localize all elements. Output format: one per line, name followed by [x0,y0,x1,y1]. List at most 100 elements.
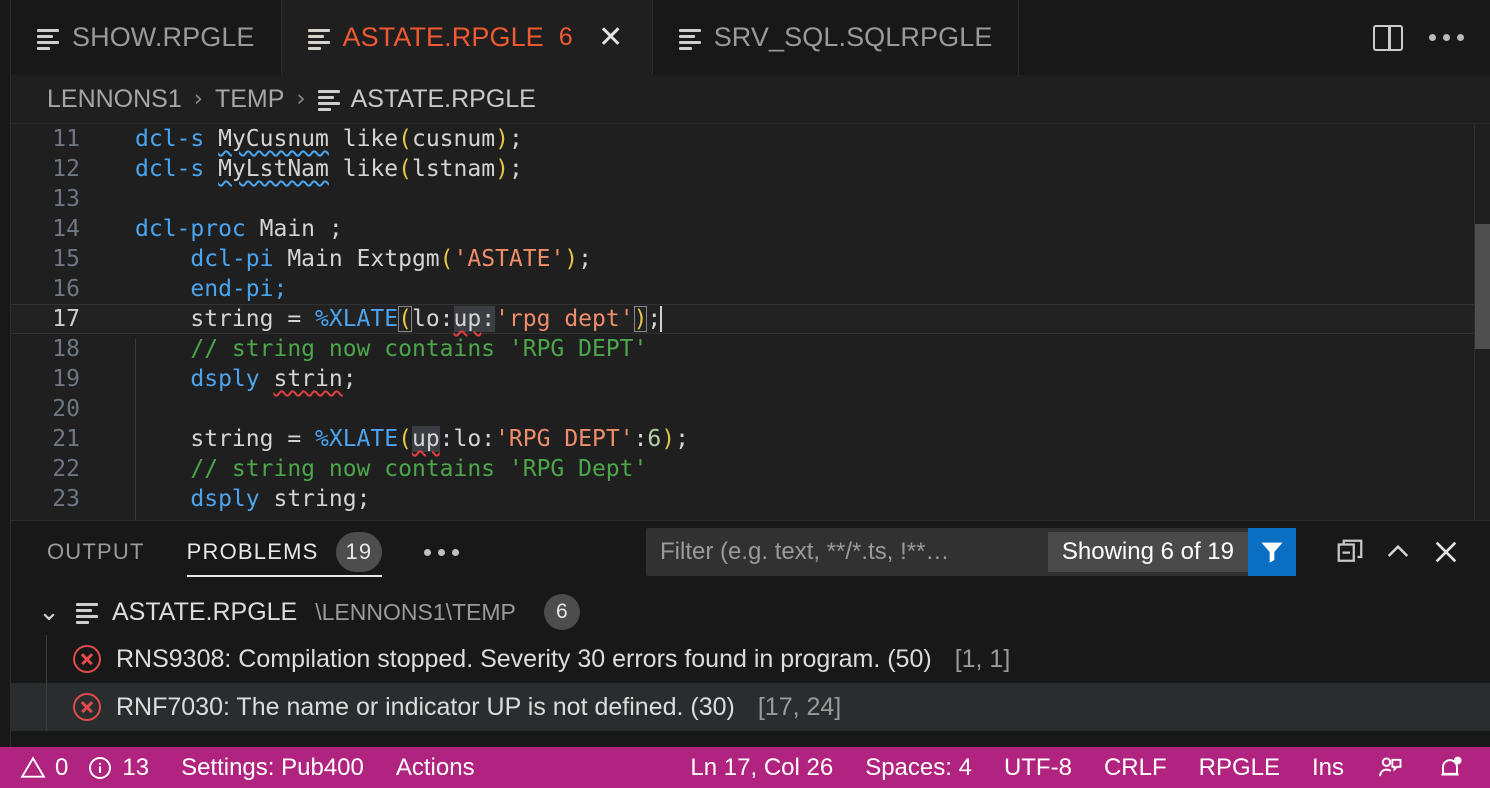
line-text: // string now contains 'RPG Dept' [98,456,647,482]
code-token: up [411,426,440,452]
code-line[interactable]: 14 dcl-proc Main ; [0,214,1490,244]
panel-toolbar: Showing 6 of 19 [646,528,1490,576]
problem-message: RNF7030: The name or indicator UP is not… [116,692,735,721]
problem-row[interactable]: RNF7030: The name or indicator UP is not… [0,683,1490,731]
code-line[interactable]: 17 string = %XLATE(lo:up:'rpg dept'); [0,304,1490,334]
code-line[interactable]: 21 string = %XLATE(up:lo:'RPG DEPT':6); [0,424,1490,454]
code-token: like [328,126,399,152]
code-line[interactable]: 20 [0,394,1490,424]
status-notifications[interactable] [1420,747,1480,788]
bottom-panel: OUTPUT PROBLEMS 19 Showing 6 of 19 [0,520,1490,747]
problems-file-count: 6 [543,594,580,630]
error-icon [73,645,101,673]
chevron-down-icon[interactable]: ⌄ [36,597,62,627]
code-token: Main ; [259,216,343,242]
indent-guide [135,339,136,520]
info-icon [89,756,112,779]
code-line[interactable]: 16 end-pi; [0,274,1490,304]
activity-bar[interactable] [0,0,11,747]
tab-label: SHOW.RPGLE [72,22,255,52]
breadcrumb-item-file[interactable]: ASTATE.RPGLE [317,84,536,114]
filter-input[interactable] [660,528,1048,576]
status-encoding[interactable]: UTF-8 [988,747,1088,788]
code-token: cusnum [411,126,496,152]
breadcrumb-item-folder[interactable]: TEMP [215,85,284,114]
code-line[interactable]: 12 dcl-s MyLstNam like(lstnam); [0,154,1490,184]
showing-count-badge: Showing 6 of 19 [1047,532,1248,572]
code-token: ( [398,426,412,452]
panel-header: OUTPUT PROBLEMS 19 Showing 6 of 19 [0,521,1490,583]
problem-position: [1, 1] [954,644,1011,673]
code-line[interactable]: 13 [0,184,1490,214]
code-token: dcl-s [135,126,219,152]
status-language-mode[interactable]: RPGLE [1183,747,1296,788]
chevron-right-icon: › [193,86,203,112]
editor-scrollbar-thumb[interactable] [1475,224,1490,349]
code-token: end-pi; [135,276,288,302]
problems-filter[interactable]: Showing 6 of 19 [646,528,1296,576]
editor-actions [1373,0,1490,75]
editor-scrollbar[interactable] [1475,124,1490,520]
line-number: 15 [52,246,80,272]
line-number: 20 [52,396,80,422]
more-actions-icon[interactable] [1429,34,1464,41]
problems-count-badge: 19 [335,532,383,572]
code-line[interactable]: 15 dcl-pi Main Extpgm('ASTATE'); [0,244,1490,274]
panel-more-icon[interactable] [424,548,460,556]
code-token: dsply [135,486,274,512]
close-panel-icon[interactable] [1422,528,1470,576]
problems-file-path: \LENNONS1\TEMP [315,598,516,625]
problems-list[interactable]: ⌄ ASTATE.RPGLE \LENNONS1\TEMP 6 RNS9308:… [0,583,1490,747]
code-token: ( [439,246,454,272]
code-token: like [328,156,399,182]
info-count: 13 [122,753,150,781]
collapse-panel-icon[interactable] [1374,528,1422,576]
status-cursor-position[interactable]: Ln 17, Col 26 [674,747,849,788]
code-line[interactable]: 18 // string now contains 'RPG DEPT' [0,334,1490,364]
code-line[interactable]: 19 dsply strin; [0,364,1490,394]
line-number: 22 [52,456,80,482]
tab-astate-rpgle[interactable]: ASTATE.RPGLE 6 ✕ [281,0,653,75]
code-token: ) [564,246,579,272]
tab-srv-sql-sqlrpgle[interactable]: SRV_SQL.SQLRPGLE [652,0,1020,75]
editor-lines[interactable]: 11 dcl-s MyCusnum like(cusnum); 12 dcl-s My… [0,124,1490,520]
code-token: string = [135,426,316,452]
code-token: // string now contains 'RPG Dept' [135,456,648,482]
breadcrumb-file-label: ASTATE.RPGLE [350,84,536,113]
tab-label: ASTATE.RPGLE [342,22,544,52]
status-live-share[interactable] [1360,747,1420,788]
view-as-table-icon[interactable] [1326,528,1374,576]
panel-tab-output[interactable]: OUTPUT [47,521,145,583]
status-bar: 0 13 Settings: Pub400 Actions Ln 17, Col… [0,747,1490,788]
editor-tab-bar: SHOW.RPGLE ASTATE.RPGLE 6 ✕ SRV_SQL.SQLR… [0,0,1490,75]
status-actions[interactable]: Actions [380,747,491,788]
breadcrumb-item-library[interactable]: LENNONS1 [47,85,182,114]
code-line[interactable]: 22 // string now contains 'RPG Dept' [0,454,1490,484]
code-line[interactable]: 11 dcl-s MyCusnum like(cusnum); [0,124,1490,154]
code-token: 'RPG DEPT' [495,426,634,452]
status-eol[interactable]: CRLF [1088,747,1183,788]
problems-file-group[interactable]: ⌄ ASTATE.RPGLE \LENNONS1\TEMP 6 [0,589,1490,635]
status-indentation[interactable]: Spaces: 4 [849,747,988,788]
tab-show-rpgle[interactable]: SHOW.RPGLE [11,0,282,75]
code-token: : [633,426,648,452]
line-text: dcl-s MyCusnum like(cusnum); [98,126,523,152]
code-token: dsply [135,366,274,392]
tab-label: SRV_SQL.SQLRPGLE [713,22,993,52]
split-editor-icon[interactable] [1373,24,1403,51]
rpgle-file-icon [678,27,701,50]
status-settings-connection[interactable]: Settings: Pub400 [165,747,380,788]
code-token: ( [398,306,412,332]
line-number: 23 [52,486,80,512]
panel-tab-problems[interactable]: PROBLEMS 19 [186,521,383,583]
code-line[interactable]: 23 dsply string; [0,484,1490,514]
line-number: 11 [52,126,80,152]
status-insert-mode[interactable]: Ins [1296,747,1360,788]
close-icon[interactable]: ✕ [596,22,626,53]
code-token: ; [578,246,593,272]
problem-row[interactable]: RNS9308: Compilation stopped. Severity 3… [0,635,1490,683]
code-token: : [481,306,496,332]
status-problems[interactable]: 0 13 [4,747,165,788]
code-editor[interactable]: 11 dcl-s MyCusnum like(cusnum); 12 dcl-s My… [0,124,1490,520]
filter-icon[interactable] [1248,528,1296,576]
